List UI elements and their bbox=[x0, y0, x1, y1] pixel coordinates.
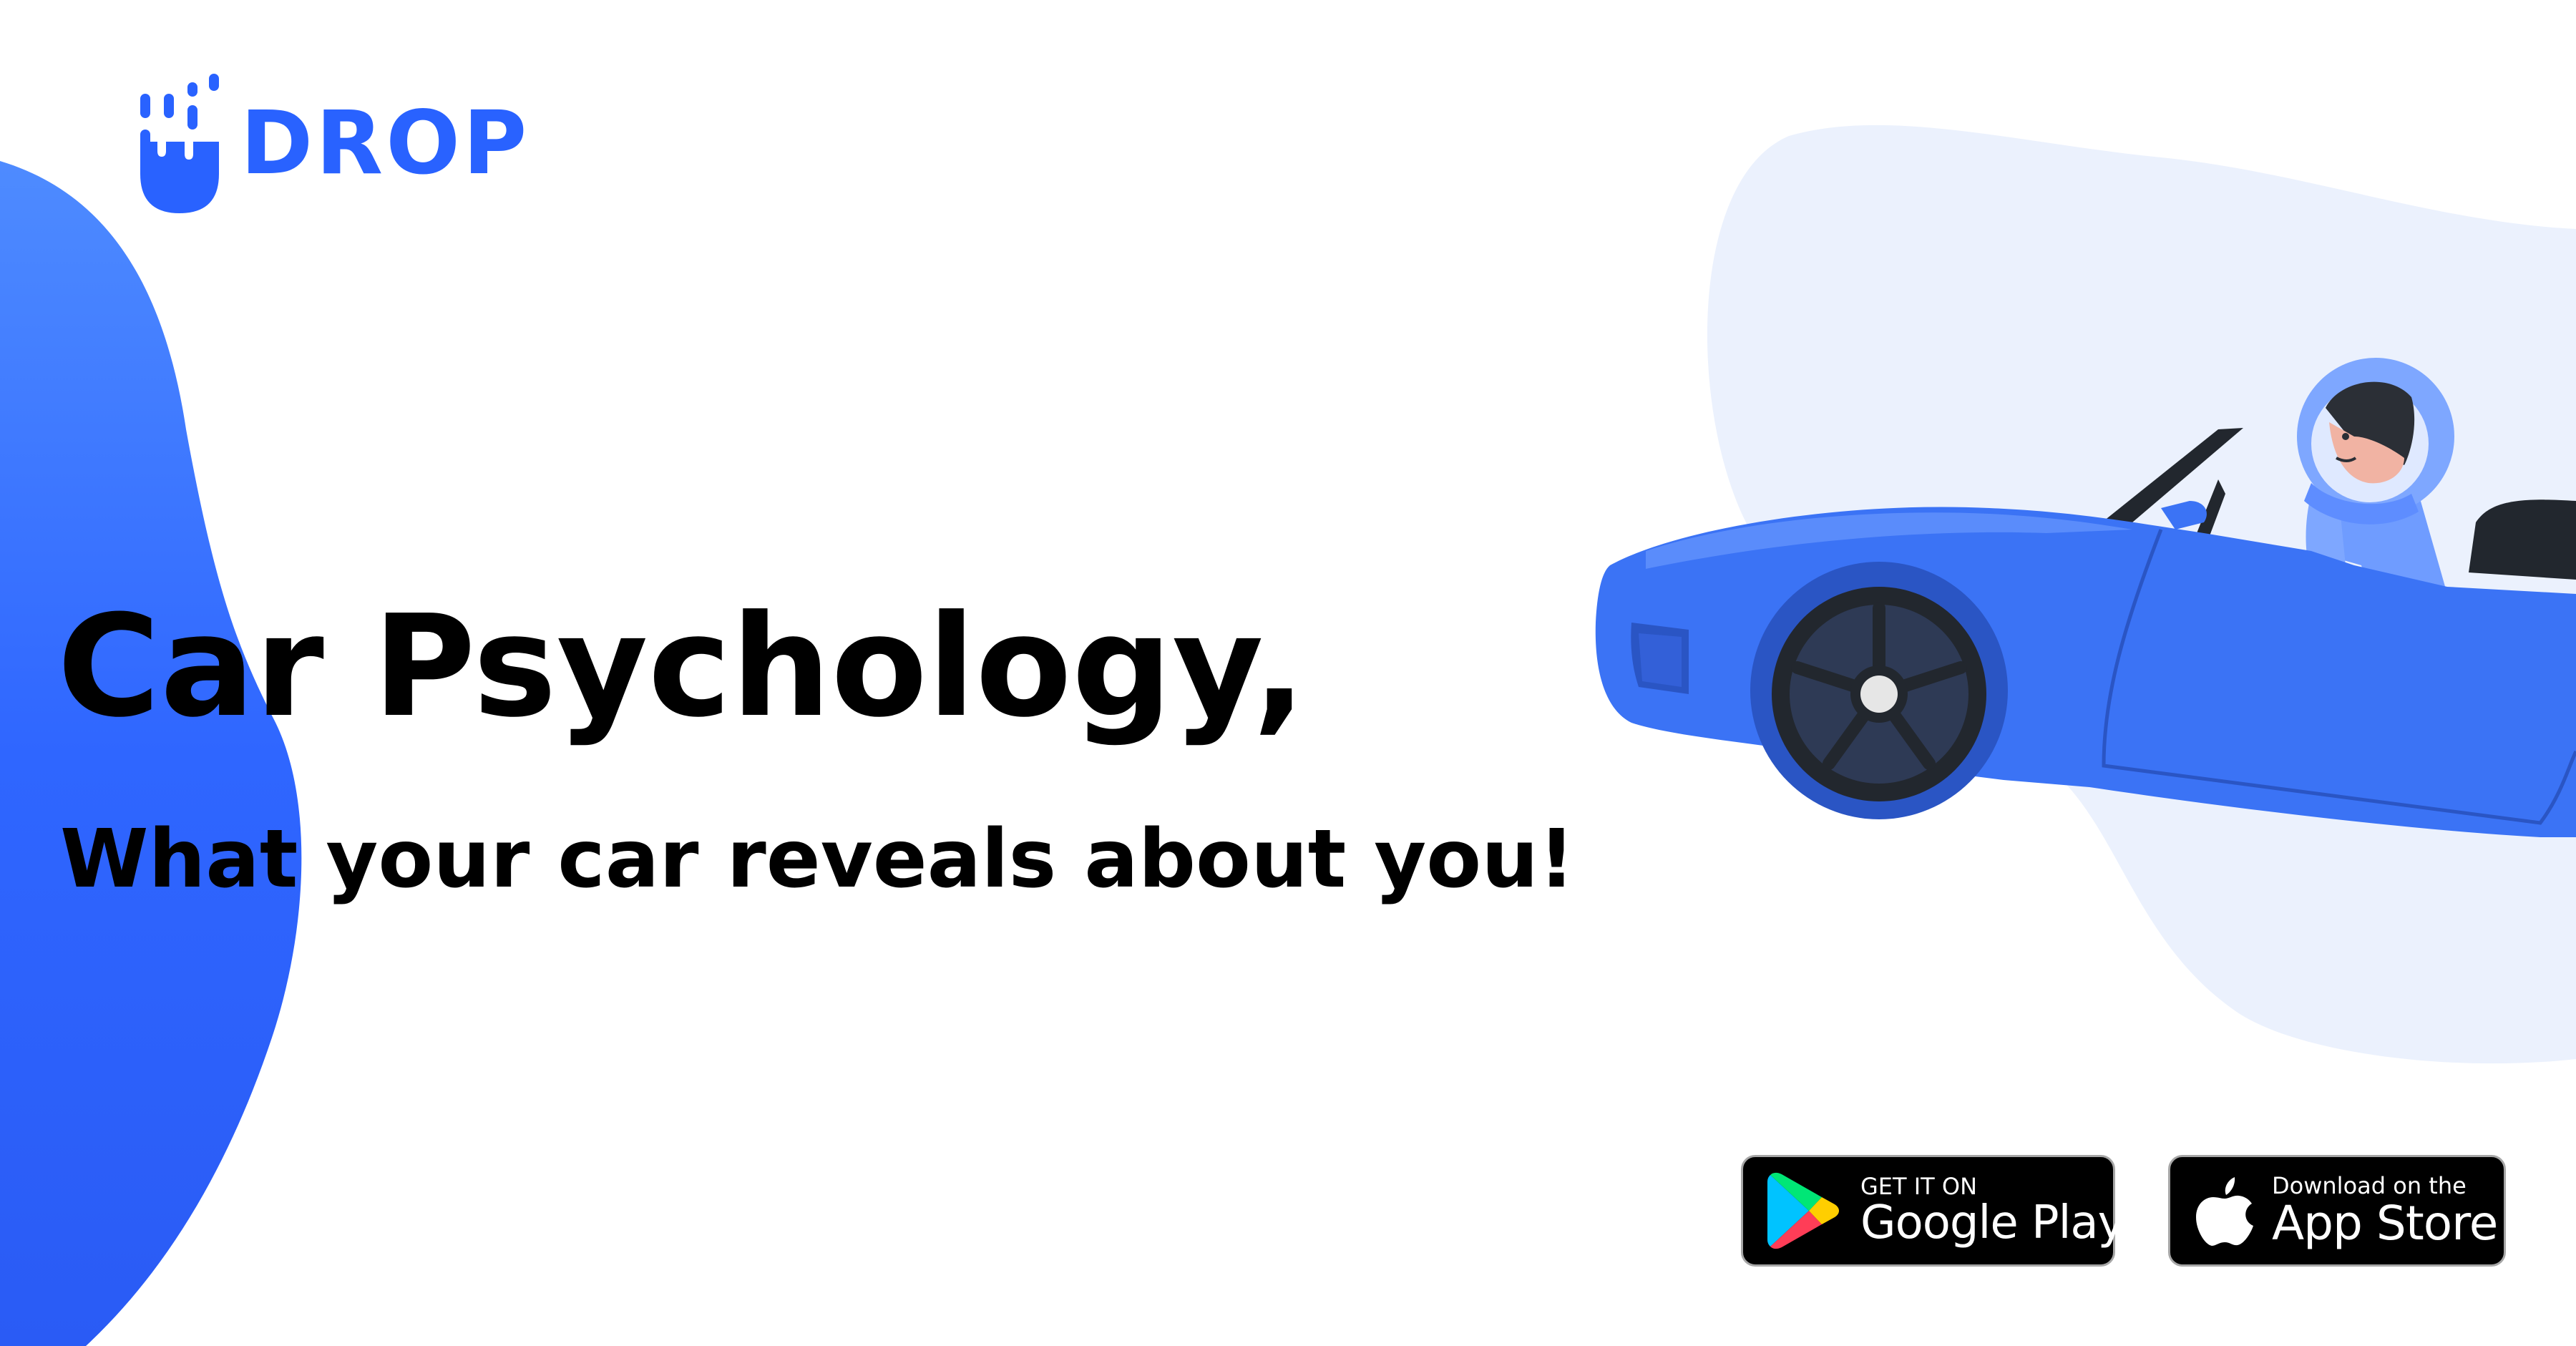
app-store-large-text: App Store bbox=[2272, 1195, 2498, 1251]
apple-icon bbox=[2196, 1177, 2253, 1246]
app-store-text: Download on the App Store bbox=[2272, 1171, 2498, 1251]
google-play-badge[interactable]: GET IT ON Google Play bbox=[1741, 1155, 2124, 1267]
google-play-small-text: GET IT ON bbox=[1860, 1172, 1978, 1200]
banner: DROP Car Psychology, What your car revea… bbox=[0, 0, 2576, 1346]
brand-name: DROP bbox=[240, 92, 530, 194]
google-play-large-text: Google Play bbox=[1860, 1196, 2124, 1249]
google-play-icon bbox=[1767, 1172, 1839, 1249]
logo[interactable]: DROP bbox=[140, 72, 530, 215]
hero-subtitle: What your car reveals about you! bbox=[60, 813, 1576, 906]
app-store-small-text: Download on the bbox=[2272, 1171, 2467, 1199]
app-store-badge[interactable]: Download on the App Store bbox=[2168, 1155, 2506, 1267]
car-illustration bbox=[1595, 125, 2576, 1064]
google-play-text: GET IT ON Google Play bbox=[1860, 1174, 2124, 1247]
hero-title: Car Psychology, bbox=[57, 585, 1307, 748]
drop-logo-icon bbox=[140, 73, 219, 213]
